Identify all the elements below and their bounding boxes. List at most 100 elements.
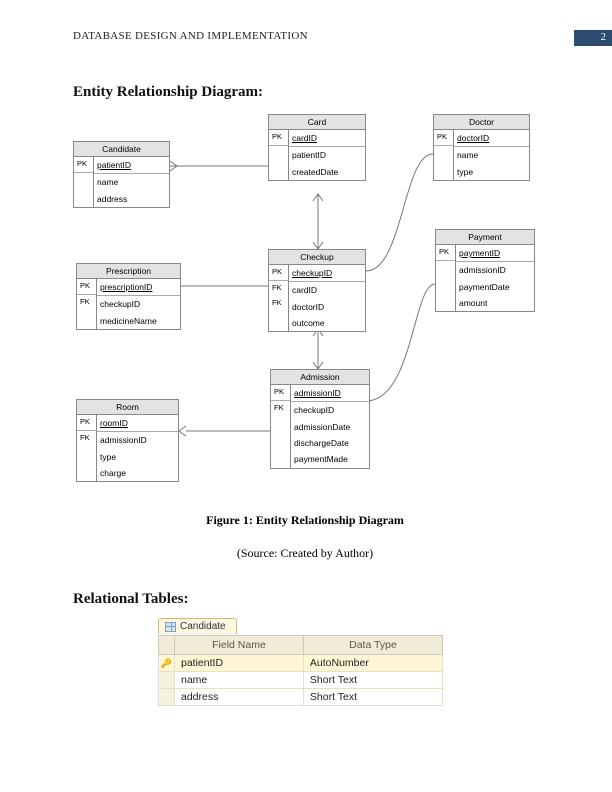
key-cell [269,146,288,161]
key-cell: PK [269,265,288,281]
key-cell [269,311,288,326]
entity-key-col: PK [434,130,454,180]
key-cell: FK [269,281,288,296]
attr-cell: paymentID [456,245,534,262]
entity-title: Doctor [434,115,529,130]
key-cell: PK [269,130,288,146]
key-cell: FK [271,401,290,416]
entity-attr-col: cardIDpatientIDcreatedDate [289,130,365,180]
entity-key-col: PK [269,130,289,180]
key-cell: PK [436,245,455,261]
field-name-cell: address [175,688,304,705]
table-tab: Candidate [158,618,237,634]
attr-cell: doctorID [454,130,529,147]
key-cell [269,161,288,176]
entity-candidate: Candidate PK patientIDnameaddress [73,141,170,208]
attr-cell: doctorID [289,299,365,315]
section-heading-erd: Entity Relationship Diagram: [73,84,537,101]
key-cell [77,310,96,325]
entity-admission: Admission PKFK admissionIDcheckupIDadmis… [270,369,370,469]
entity-attr-col: patientIDnameaddress [94,157,169,207]
row-header-cell [159,671,175,688]
field-name-cell: patientID [175,654,304,671]
attr-cell: createdDate [289,164,365,180]
attr-cell: checkupID [97,296,180,312]
attr-cell: cardID [289,130,365,147]
relational-table-candidate: Candidate Field Name Data Type 🔑patientI… [158,618,443,706]
col-rowheader [159,635,175,654]
key-cell [271,431,290,446]
entity-key-col: PKFK [271,385,291,468]
table-row: addressShort Text [159,688,443,705]
key-cell [271,416,290,431]
attr-cell: admissionID [291,385,369,402]
attr-cell: patientID [94,157,169,174]
table-icon [165,622,176,632]
attr-cell: prescriptionID [97,279,180,296]
entity-title: Payment [436,230,534,245]
row-header-cell: 🔑 [159,654,175,671]
key-cell: PK [74,157,93,173]
entity-key-col: PKFK [77,415,97,481]
er-diagram: Candidate PK patientIDnameaddress Card P… [73,111,541,501]
key-cell [436,291,455,306]
key-cell [77,461,96,476]
key-cell [77,446,96,461]
header-title: DATABASE DESIGN AND IMPLEMENTATION [73,30,537,42]
col-data-type: Data Type [303,635,442,654]
entity-title: Checkup [269,250,365,265]
entity-attr-col: prescriptionIDcheckupIDmedicineName [97,279,180,329]
data-type-cell: AutoNumber [303,654,442,671]
attr-cell: roomID [97,415,178,432]
key-cell [434,146,453,161]
key-cell [436,276,455,291]
attr-cell: medicineName [97,313,180,329]
key-cell [74,173,93,188]
attr-cell: admissionID [456,262,534,278]
entity-doctor: Doctor PK doctorIDnametype [433,114,530,181]
entity-key-col: PK [436,245,456,311]
entity-attr-col: admissionIDcheckupIDadmissionDatedischar… [291,385,369,468]
attr-cell: name [94,174,169,190]
key-cell: PK [271,385,290,401]
running-header: DATABASE DESIGN AND IMPLEMENTATION [73,30,537,42]
primary-key-icon: 🔑 [161,658,172,668]
entity-prescription: Prescription PKFK prescriptionIDcheckupI… [76,263,181,330]
figure-source: (Source: Created by Author) [73,546,537,561]
entity-attr-col: paymentIDadmissionIDpaymentDateamount [456,245,534,311]
entity-checkup: Checkup PKFKFK checkupIDcardIDdoctorIDou… [268,249,366,332]
section-heading-tables: Relational Tables: [73,591,537,608]
attr-cell: checkupID [291,402,369,418]
table-row: 🔑patientIDAutoNumber [159,654,443,671]
data-type-cell: Short Text [303,688,442,705]
key-cell: PK [77,279,96,295]
key-cell: FK [77,295,96,310]
attr-cell: admissionDate [291,419,369,435]
entity-room: Room PKFK roomIDadmissionIDtypecharge [76,399,179,482]
entity-title: Candidate [74,142,169,157]
attr-cell: charge [97,465,178,481]
entity-card: Card PK cardIDpatientIDcreatedDate [268,114,366,181]
data-type-cell: Short Text [303,671,442,688]
fields-table: Field Name Data Type 🔑patientIDAutoNumbe… [158,635,443,706]
key-cell: PK [77,415,96,431]
attr-cell: patientID [289,147,365,163]
entity-title: Card [269,115,365,130]
entity-attr-col: roomIDadmissionIDtypecharge [97,415,178,481]
key-cell [74,188,93,203]
page-number: 2 [574,30,612,46]
col-field-name: Field Name [175,635,304,654]
key-cell: PK [434,130,453,146]
attr-cell: name [454,147,529,163]
key-cell: FK [77,431,96,446]
entity-title: Room [77,400,178,415]
entity-title: Admission [271,370,369,385]
attr-cell: type [97,449,178,465]
entity-key-col: PK [74,157,94,207]
attr-cell: checkupID [289,265,365,282]
field-name-cell: name [175,671,304,688]
figure-caption: Figure 1: Entity Relationship Diagram [73,513,537,528]
table-row: nameShort Text [159,671,443,688]
attr-cell: amount [456,295,534,311]
key-cell: FK [269,296,288,311]
